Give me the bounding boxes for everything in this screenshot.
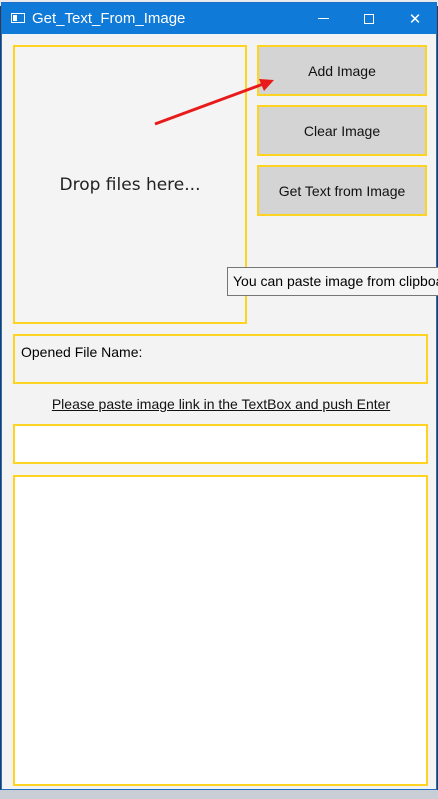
window-title: Get_Text_From_Image bbox=[32, 10, 186, 27]
get-text-button[interactable]: Get Text from Image bbox=[257, 165, 427, 216]
minimize-icon bbox=[317, 18, 329, 19]
get-text-button-label: Get Text from Image bbox=[278, 182, 406, 199]
app-window-icon bbox=[11, 13, 25, 23]
app-window: Get_Text_From_Image ✕ Drop files here...… bbox=[1, 2, 437, 790]
opened-file-name-panel: Opened File Name: bbox=[13, 334, 428, 384]
paste-tooltip: You can paste image from clipboard bbox=[227, 267, 438, 296]
close-icon: ✕ bbox=[408, 9, 422, 28]
clear-image-button[interactable]: Clear Image bbox=[257, 105, 427, 156]
paste-tooltip-text: You can paste image from clipboard bbox=[233, 273, 438, 289]
maximize-button[interactable] bbox=[346, 3, 392, 34]
close-button[interactable]: ✕ bbox=[392, 3, 438, 34]
image-link-input[interactable] bbox=[13, 424, 428, 464]
title-bar[interactable]: Get_Text_From_Image ✕ bbox=[2, 3, 436, 34]
add-image-button-label: Add Image bbox=[308, 62, 376, 79]
paste-link-hint: Please paste image link in the TextBox a… bbox=[2, 396, 438, 412]
minimize-button[interactable] bbox=[300, 3, 346, 34]
add-image-button[interactable]: Add Image bbox=[257, 45, 427, 96]
extracted-text-output[interactable] bbox=[13, 475, 428, 786]
drop-zone-label: Drop files here... bbox=[59, 174, 201, 195]
clear-image-button-label: Clear Image bbox=[303, 122, 381, 139]
maximize-icon bbox=[364, 13, 374, 24]
opened-file-name-label: Opened File Name: bbox=[21, 344, 143, 360]
paste-link-hint-text: Please paste image link in the TextBox a… bbox=[51, 396, 391, 412]
desktop-background-bottom bbox=[0, 790, 438, 799]
drop-zone[interactable]: Drop files here... bbox=[13, 45, 247, 324]
